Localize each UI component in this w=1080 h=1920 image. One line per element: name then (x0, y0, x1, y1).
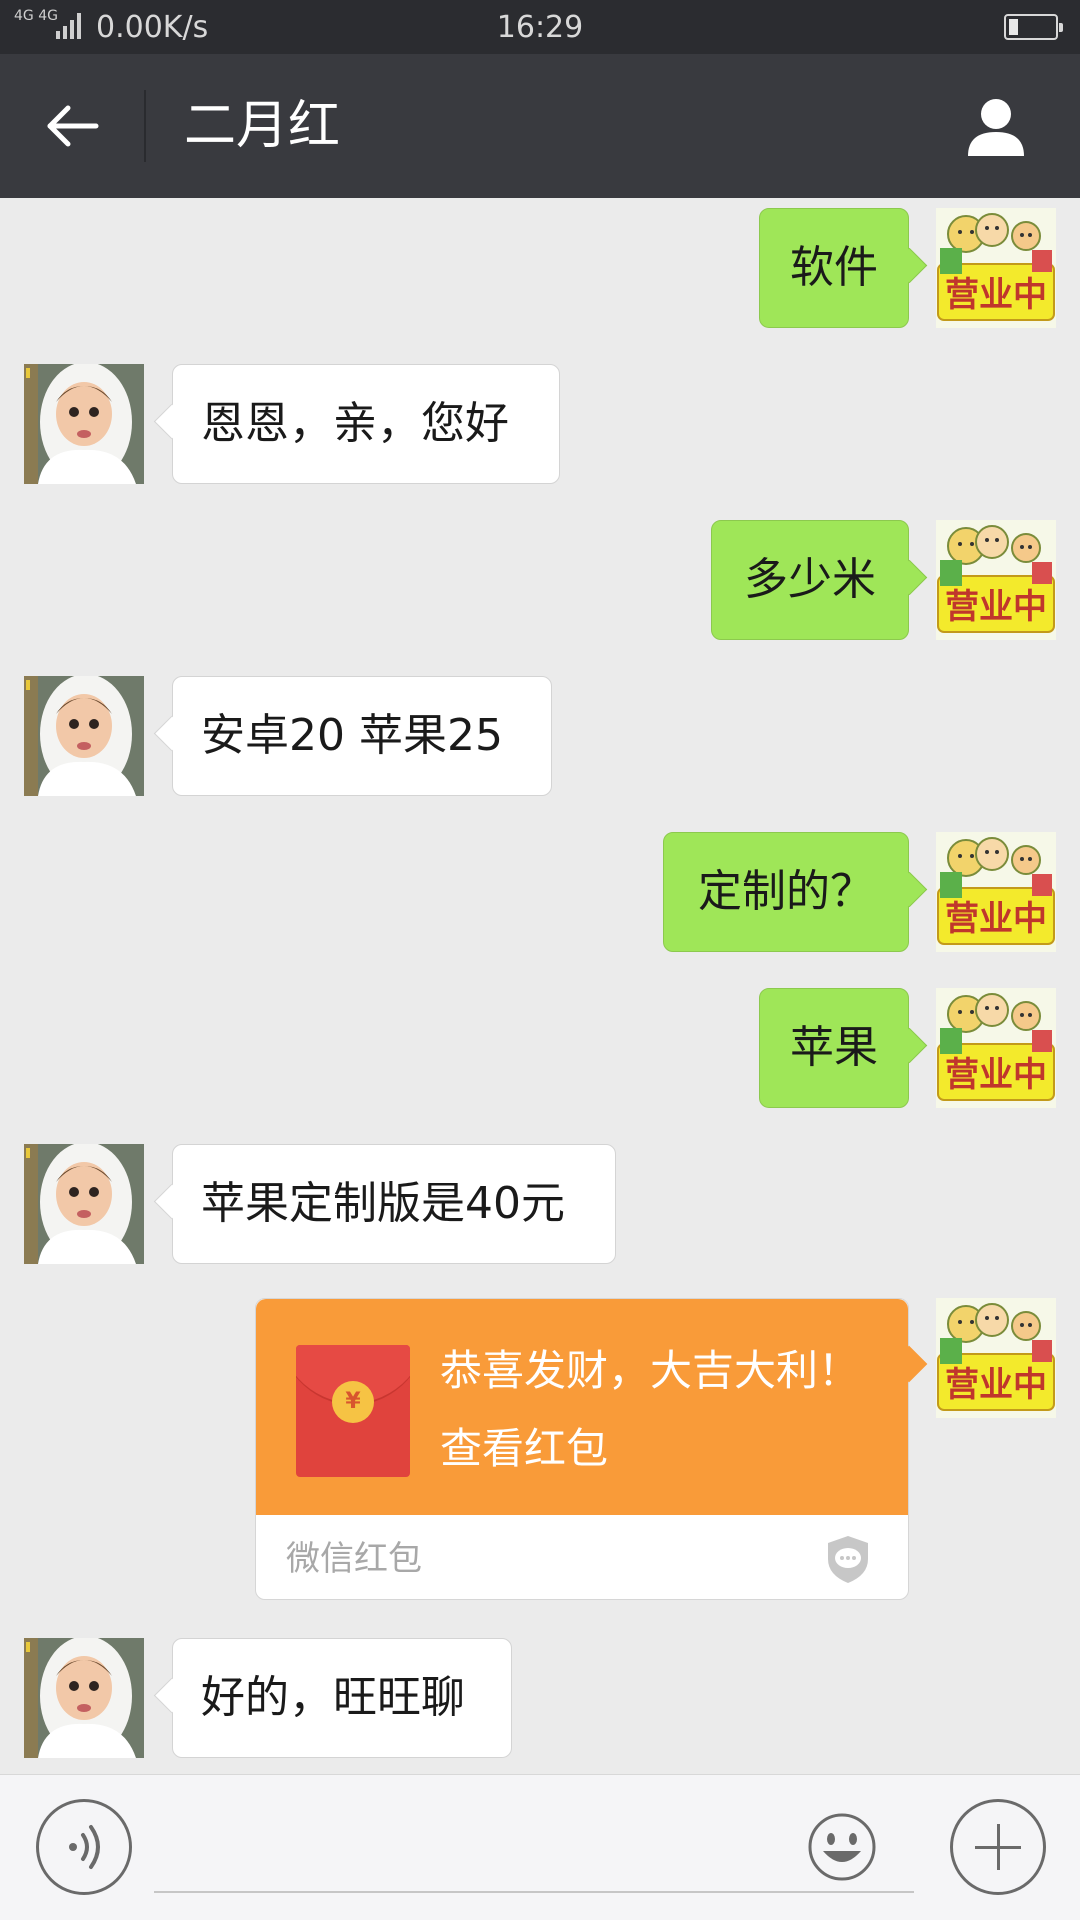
message-input[interactable] (154, 1797, 914, 1893)
coin-icon: ¥ (332, 1381, 374, 1423)
contact-info-button[interactable] (960, 90, 1032, 162)
arrow-left-icon (47, 105, 99, 147)
shield-chat-icon (828, 1536, 868, 1583)
voice-input-button[interactable] (36, 1799, 132, 1895)
received-message-bubble[interactable]: 恩恩，亲，您好 (172, 364, 560, 484)
battery-level (1009, 19, 1018, 35)
emoji-button[interactable] (806, 1811, 878, 1883)
avatar-sign-text: 营业中 (945, 1365, 1047, 1405)
received-message-bubble[interactable]: 苹果定制版是40元 (172, 1144, 616, 1264)
own-avatar[interactable]: 营业中 (936, 208, 1056, 328)
red-packet-body: ¥ 恭喜发财，大吉大利！ 查看红包 (256, 1299, 908, 1515)
sent-message-bubble[interactable]: 定制的？ (663, 832, 909, 952)
red-packet-greeting: 恭喜发财，大吉大利！ (440, 1346, 861, 1395)
person-icon (968, 99, 1024, 156)
header-divider (144, 90, 146, 162)
own-avatar[interactable]: 营业中 (936, 520, 1056, 640)
own-avatar[interactable]: 营业中 (936, 1298, 1056, 1418)
back-button[interactable] (36, 90, 108, 162)
chat-header: 二月红 (0, 54, 1080, 198)
red-packet-label: 微信红包 (286, 1539, 422, 1579)
input-bar (0, 1774, 1080, 1920)
contact-avatar[interactable] (24, 1144, 144, 1264)
red-envelope-icon: ¥ (296, 1345, 410, 1477)
sent-message-bubble[interactable]: 软件 (759, 208, 909, 328)
own-avatar[interactable]: 营业中 (936, 832, 1056, 952)
more-options-button[interactable] (950, 1799, 1046, 1895)
smiley-icon (808, 1813, 876, 1881)
status-bar: 4G 4G 0.00K/s 16:29 (0, 0, 1080, 54)
clock: 16:29 (496, 10, 584, 45)
red-packet-card[interactable]: ¥ 恭喜发财，大吉大利！ 查看红包 微信红包 (255, 1298, 909, 1600)
avatar-sign-text: 营业中 (945, 899, 1047, 939)
battery-icon (1004, 14, 1063, 40)
avatar-sign-text: 营业中 (945, 275, 1047, 315)
chat-title: 二月红 (184, 96, 341, 156)
red-packet-action: 查看红包 (440, 1424, 609, 1473)
contact-avatar[interactable] (24, 676, 144, 796)
avatar-sign-text: 营业中 (945, 587, 1047, 627)
contact-avatar[interactable] (24, 1638, 144, 1758)
sent-message-bubble[interactable]: 多少米 (711, 520, 909, 640)
received-message-bubble[interactable]: 安卓20 苹果25 (172, 676, 552, 796)
avatar-sign-text: 营业中 (945, 1055, 1047, 1095)
received-message-bubble[interactable]: 好的，旺旺聊 (172, 1638, 512, 1758)
voice-icon (69, 1825, 100, 1869)
own-avatar[interactable]: 营业中 (936, 988, 1056, 1108)
contact-avatar[interactable] (24, 364, 144, 484)
sent-message-bubble[interactable]: 苹果 (759, 988, 909, 1108)
